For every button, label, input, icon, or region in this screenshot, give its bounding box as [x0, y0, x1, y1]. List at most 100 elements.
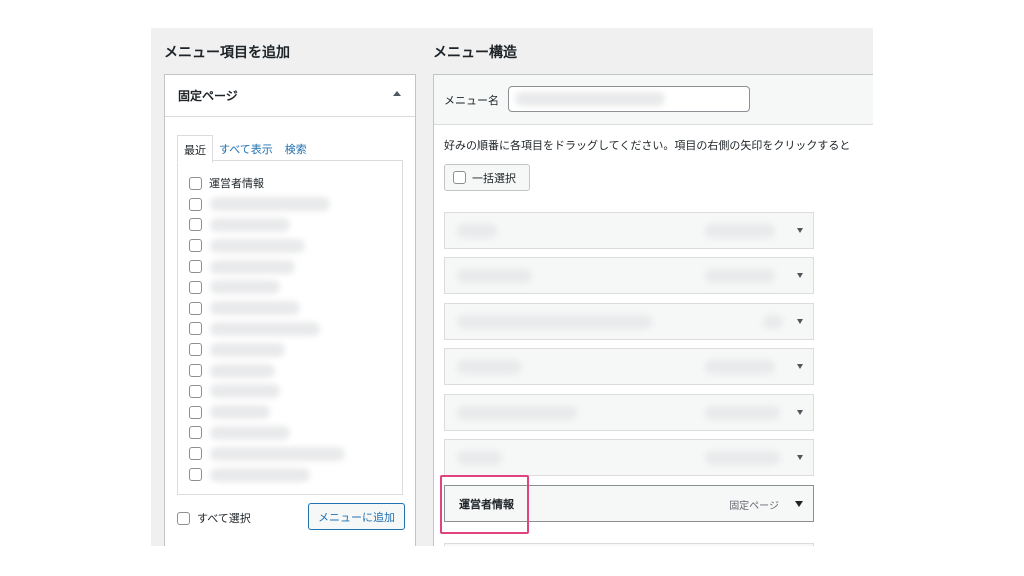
- menu-name-bar: メニュー名: [434, 75, 873, 125]
- page-checkbox[interactable]: [189, 343, 202, 357]
- page-checkbox[interactable]: [189, 364, 202, 378]
- menu-item[interactable]: [444, 439, 814, 476]
- redacted-label: [210, 425, 290, 440]
- page-checkbox[interactable]: [189, 197, 202, 211]
- menu-item[interactable]: [444, 303, 814, 340]
- redacted-label: [210, 446, 345, 461]
- page-checkbox[interactable]: [189, 218, 202, 232]
- redacted-label: [210, 217, 290, 232]
- page-item[interactable]: [189, 298, 352, 319]
- page-checkbox[interactable]: [189, 176, 202, 190]
- redacted-label: [210, 384, 280, 399]
- tab-view-all[interactable]: すべて表示: [213, 135, 279, 161]
- page-item[interactable]: [189, 194, 352, 215]
- menu-structure-panel: メニュー名 好みの順番に各項目をドラッグしてください。項目の右側の矢印をクリック…: [433, 74, 873, 546]
- redacted-label: [210, 405, 270, 420]
- redacted-type: [763, 315, 783, 329]
- tab-recent[interactable]: 最近: [177, 135, 213, 163]
- menu-item-type: 固定ページ: [729, 501, 779, 512]
- page-checkbox[interactable]: [189, 322, 202, 336]
- page-checkbox[interactable]: [189, 260, 202, 274]
- add-to-menu-button[interactable]: メニューに追加: [308, 503, 405, 530]
- menu-item[interactable]: [444, 212, 814, 249]
- pages-accordion-title: 固定ページ: [178, 89, 238, 103]
- pages-tabs: 最近 すべて表示 検索: [177, 135, 313, 163]
- page-checkbox[interactable]: [189, 280, 202, 294]
- page-label: 運営者情報: [209, 177, 264, 191]
- redacted-title: [457, 360, 522, 374]
- page-item[interactable]: [189, 464, 352, 485]
- menu-item[interactable]: [444, 257, 814, 294]
- redacted-label: [210, 238, 305, 253]
- redacted-type: [705, 224, 775, 238]
- menu-item-title: 運営者情報: [459, 498, 514, 511]
- redacted-label: [210, 280, 280, 295]
- select-all-toggle[interactable]: すべて選択: [177, 510, 251, 526]
- page-item[interactable]: [189, 215, 352, 236]
- redacted-label: [210, 321, 320, 336]
- redacted-title: [457, 451, 502, 465]
- page-checkbox[interactable]: [189, 468, 202, 482]
- page-checkbox[interactable]: [189, 384, 202, 398]
- bulk-select-label: 一括選択: [472, 171, 516, 185]
- recent-pages-panel: 運営者情報: [177, 160, 403, 495]
- chevron-down-icon[interactable]: [797, 364, 803, 369]
- page-item[interactable]: [189, 423, 352, 444]
- redacted-type: [705, 360, 775, 374]
- menu-item[interactable]: [444, 348, 814, 385]
- chevron-down-icon[interactable]: [797, 228, 803, 233]
- pages-panel-footer: すべて選択 メニューに追加: [177, 501, 405, 531]
- drag-instructions: 好みの順番に各項目をドラッグしてください。項目の右側の矢印をクリックすると: [444, 139, 851, 152]
- tab-search[interactable]: 検索: [279, 135, 313, 161]
- redacted-menu-name: [515, 92, 665, 106]
- chevron-down-icon[interactable]: [797, 410, 803, 415]
- page-checkbox[interactable]: [189, 239, 202, 253]
- redacted-type: [705, 451, 780, 465]
- menu-name-label: メニュー名: [444, 94, 499, 107]
- menu-item-operator-info[interactable]: 運営者情報 固定ページ: [444, 485, 814, 522]
- page-item[interactable]: [189, 256, 352, 277]
- chevron-down-icon[interactable]: [795, 501, 803, 507]
- page-checkbox[interactable]: [189, 405, 202, 419]
- nav-menus-screen: メニュー項目を追加 メニュー構造 固定ページ 最近 すべて表示 検索 運営者情報: [151, 28, 873, 546]
- page-item[interactable]: [189, 339, 352, 360]
- page-item[interactable]: [189, 381, 352, 402]
- page-item[interactable]: [189, 443, 352, 464]
- redacted-type: [705, 269, 775, 283]
- page-item[interactable]: [189, 277, 352, 298]
- page-checkbox[interactable]: [189, 301, 202, 315]
- redacted-label: [210, 301, 300, 316]
- page-item[interactable]: [189, 235, 352, 256]
- redacted-label: [210, 342, 285, 357]
- redacted-title: [457, 269, 532, 283]
- redacted-title: [457, 406, 577, 420]
- pages-accordion-header[interactable]: 固定ページ: [165, 75, 415, 117]
- page-item[interactable]: [189, 402, 352, 423]
- redacted-label: [210, 363, 275, 378]
- page-item[interactable]: [189, 319, 352, 340]
- redacted-label: [210, 197, 330, 212]
- menu-item[interactable]: [444, 394, 814, 431]
- page-item[interactable]: [189, 360, 352, 381]
- redacted-title: [457, 224, 497, 238]
- menu-structure-heading: メニュー構造: [433, 45, 517, 61]
- redacted-title: [457, 315, 652, 329]
- menu-name-input[interactable]: [508, 86, 750, 112]
- redacted-type: [705, 406, 780, 420]
- chevron-down-icon[interactable]: [797, 455, 803, 460]
- collapse-arrow-icon[interactable]: [393, 91, 401, 96]
- bulk-select-button[interactable]: 一括選択: [444, 164, 530, 191]
- add-menu-items-heading: メニュー項目を追加: [164, 45, 290, 61]
- chevron-down-icon[interactable]: [797, 273, 803, 278]
- bulk-select-checkbox[interactable]: [453, 171, 466, 184]
- redacted-label: [210, 259, 295, 274]
- redacted-label: [210, 467, 310, 482]
- select-all-label: すべて選択: [197, 512, 251, 525]
- chevron-down-icon[interactable]: [797, 319, 803, 324]
- page-checkbox[interactable]: [189, 447, 202, 461]
- page-item[interactable]: 運営者情報: [189, 173, 352, 194]
- menu-item[interactable]: [444, 543, 814, 546]
- pages-accordion: 固定ページ 最近 すべて表示 検索 運営者情報 すべて選択 メニューに追加: [164, 74, 416, 546]
- page-checkbox[interactable]: [189, 426, 202, 440]
- select-all-checkbox[interactable]: [177, 511, 190, 525]
